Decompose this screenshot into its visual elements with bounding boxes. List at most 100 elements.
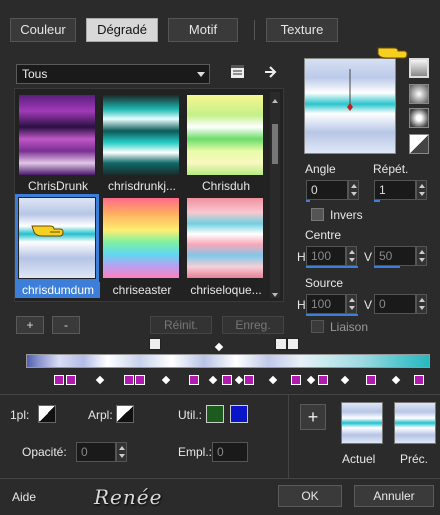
color-stop[interactable] [244,375,254,385]
midpoint-diamond[interactable] [306,375,316,385]
midpoint-diamond[interactable] [268,375,278,385]
add-gradient-button[interactable]: + [16,316,44,334]
help-link[interactable]: Aide [12,490,36,504]
util-color-swatch-blue[interactable] [230,405,248,423]
gradient-label: chriseaster [112,283,172,297]
tab-motif[interactable]: Motif [168,18,238,42]
reset-button[interactable]: Réinit. [150,316,212,334]
repeat-slider[interactable] [374,200,380,202]
gradient-preview[interactable] [304,58,396,154]
color-stop[interactable] [222,375,232,385]
save-button[interactable]: Enreg. [222,316,284,334]
source-h-spinner[interactable] [346,294,357,314]
bg-gradient-swatch[interactable] [116,405,134,423]
color-stop[interactable] [366,375,376,385]
repeat-spinner[interactable] [416,180,427,200]
midpoint-diamond[interactable] [161,375,171,385]
arrow-right-icon[interactable] [263,64,279,80]
color-stop[interactable] [318,375,328,385]
gradient-thumb[interactable] [18,94,96,176]
center-h-label: H [297,250,306,264]
midpoint-diamond[interactable] [95,375,105,385]
center-v-slider[interactable] [374,266,400,268]
invert-checkbox[interactable] [311,208,324,221]
angle-input[interactable]: 0 [306,180,348,200]
stop-marker-top[interactable] [275,338,287,350]
tab-texture[interactable]: Texture [266,18,338,42]
angle-spinner[interactable] [348,180,359,200]
tab-couleur[interactable]: Couleur [10,18,76,42]
center-v-label: V [364,250,373,264]
color-stop[interactable] [291,375,301,385]
center-h-spinner[interactable] [346,246,357,266]
center-h-input[interactable]: 100 [306,246,346,266]
opacity-label: Opacité: [22,445,67,459]
source-h-input[interactable]: 100 [306,294,346,314]
center-v-input[interactable]: 50 [374,246,416,266]
center-v-spinner[interactable] [416,246,427,266]
fg-gradient-swatch[interactable] [38,405,56,423]
stop-marker-top[interactable] [149,338,161,350]
gradient-thumb[interactable] [186,197,264,279]
scrollbar[interactable] [270,92,280,298]
gradient-editor-bar[interactable] [26,354,430,368]
remove-gradient-button[interactable]: - [52,316,80,334]
color-stop[interactable] [54,375,64,385]
cancel-button[interactable]: Annuler [354,485,434,507]
midpoint-diamond[interactable] [340,375,350,385]
library-icon[interactable] [230,64,246,80]
midpoint-diamond[interactable] [391,375,401,385]
scrollbar-thumb[interactable] [272,124,278,164]
arpl-label: Arpl: [88,408,113,422]
util-label: Util.: [178,408,202,422]
hand-pointer-icon [30,218,66,240]
color-stop[interactable] [414,375,424,385]
midpoint-diamond[interactable] [214,342,224,352]
center-h-slider[interactable] [306,266,358,268]
gradient-label: ChrisDrunk [27,179,88,193]
gradient-center-marker[interactable] [305,59,395,153]
rectangular-style-button[interactable] [409,108,429,128]
source-v-spinner[interactable] [416,294,427,314]
gradient-thumb[interactable] [102,94,180,176]
opacity-input[interactable]: 0 [76,442,116,462]
current-swatch[interactable] [341,402,383,444]
previous-swatch[interactable] [394,402,436,444]
tab-degrade[interactable]: Dégradé [86,18,158,42]
gradient-thumb[interactable] [102,197,180,279]
source-label: Source [305,276,344,290]
color-stop[interactable] [124,375,134,385]
chevron-up-icon[interactable] [271,94,279,103]
previous-label: Préc. [400,452,429,466]
source-v-input[interactable]: 0 [374,294,416,314]
stop-marker-top[interactable] [287,338,299,350]
midpoint-diamond[interactable] [234,375,244,385]
color-stop[interactable] [135,375,145,385]
hand-pointer-icon [376,42,410,64]
color-stop[interactable] [189,375,199,385]
color-stop[interactable] [66,375,76,385]
sunburst-style-button[interactable] [409,134,429,154]
pl-label: 1pl: [10,408,30,422]
angle-slider[interactable] [306,200,310,202]
chevron-down-icon [197,72,205,77]
gradient-thumb[interactable] [186,94,264,176]
category-select-value: Tous [22,67,48,81]
util-color-swatch-green[interactable] [206,405,224,423]
gradient-label: chrisdrunkj... [107,179,177,193]
radial-style-button[interactable] [409,84,429,104]
empl-label: Empl.: [178,445,213,459]
empl-input[interactable]: 0 [212,442,248,462]
opacity-spinner[interactable] [116,442,127,462]
chevron-down-icon[interactable] [271,288,279,297]
divider [0,478,440,479]
ok-button[interactable]: OK [278,485,342,507]
link-checkbox[interactable] [311,320,324,333]
repeat-input[interactable]: 1 [374,180,416,200]
linear-style-button[interactable] [409,58,429,78]
add-swatch-button[interactable]: + [300,404,326,430]
source-h-label: H [297,298,306,312]
category-select[interactable]: Tous [16,64,210,84]
midpoint-diamond[interactable] [208,375,218,385]
source-h-slider[interactable] [306,314,358,316]
